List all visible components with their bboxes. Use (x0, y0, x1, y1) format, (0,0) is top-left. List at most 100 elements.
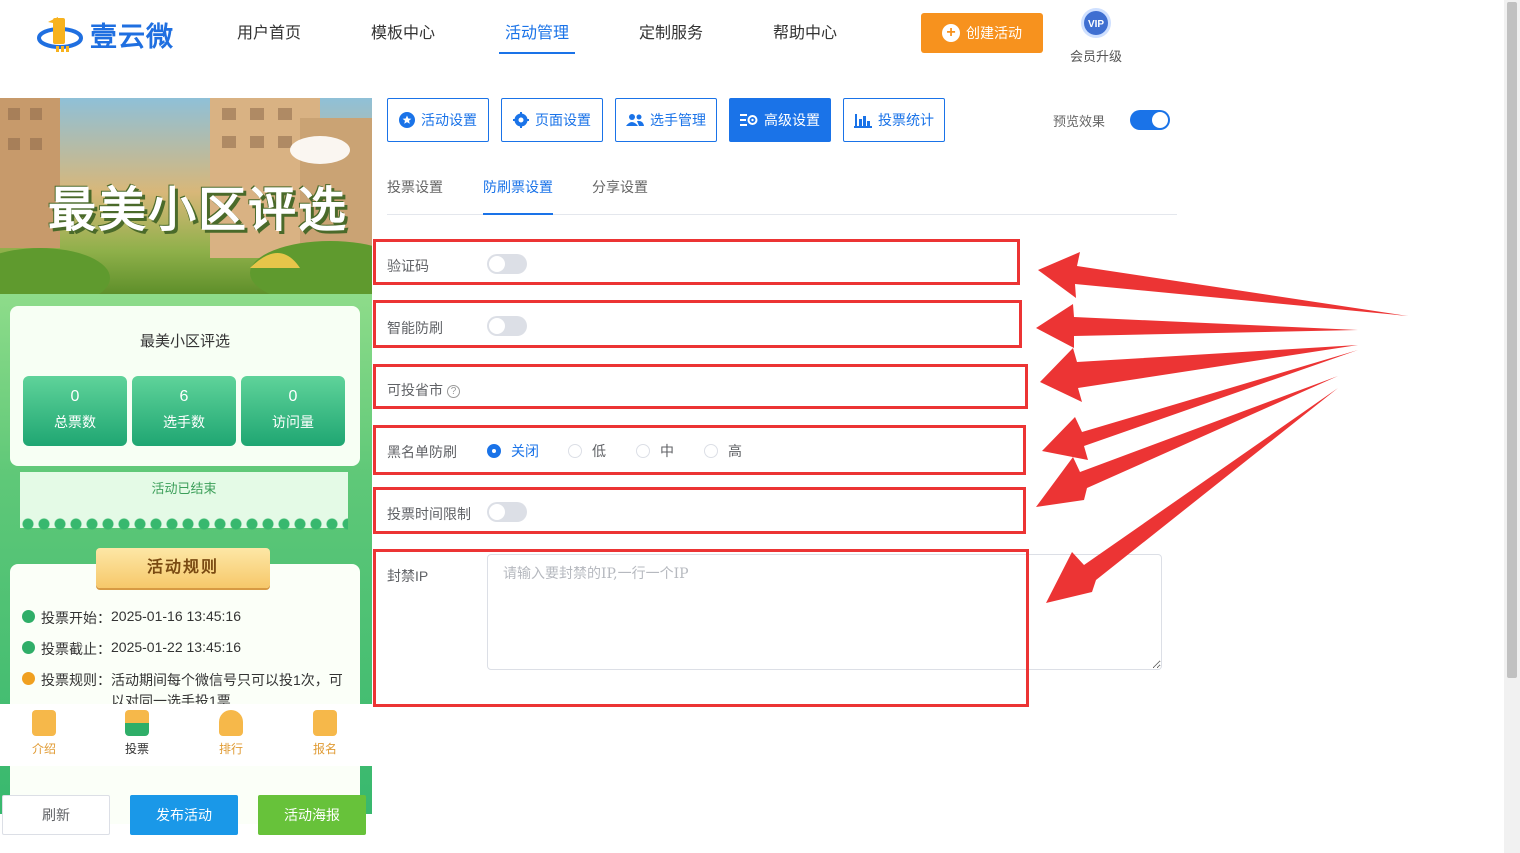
rule-start-label: 投票开始： (41, 610, 111, 626)
publish-activity-button[interactable]: 发布活动 (130, 795, 238, 835)
page-scrollbar[interactable] (1504, 0, 1520, 853)
gear-icon (513, 112, 529, 128)
vote-statistics-button[interactable]: 投票统计 (843, 98, 945, 142)
radio-dot (636, 444, 650, 458)
annotation-box-blacklist (373, 425, 1026, 475)
tabbar-item-vote[interactable]: 投票 (107, 710, 167, 757)
banner-title: 最美小区评选 (48, 184, 349, 237)
brand-logo[interactable]: 壹云微 (36, 12, 186, 56)
vote-icon (125, 710, 149, 736)
refresh-button[interactable]: 刷新 (2, 795, 110, 835)
tabbar-item-signup[interactable]: 报名 (295, 710, 355, 757)
captcha-label: 验证码 (387, 258, 429, 274)
annotation-arrow-1 (1038, 252, 1408, 316)
tabbar-item-ranking[interactable]: 排行 (201, 710, 261, 757)
radio-label: 低 (592, 443, 606, 459)
annotation-arrow-5 (1036, 376, 1338, 507)
contestant-management-label: 选手管理 (650, 112, 706, 128)
logo-mark-icon (37, 17, 83, 52)
annotation-arrow-4 (1042, 350, 1358, 460)
vote-time-limit-label: 投票时间限制 (387, 506, 471, 522)
info-icon (22, 672, 35, 685)
advanced-settings-button[interactable]: 高级设置 (729, 98, 831, 142)
activity-info-card: 最美小区评选 0 总票数 6 选手数 0 访问量 (10, 306, 360, 466)
rule-start-value: 2025-01-16 13:45:16 (111, 608, 241, 624)
create-activity-button[interactable]: + 创建活动 (921, 13, 1043, 53)
annotation-box-region (373, 364, 1028, 409)
tabbar-label: 投票 (124, 742, 149, 756)
tab-share-settings[interactable]: 分享设置 (592, 177, 648, 215)
activity-settings-label: 活动设置 (421, 112, 477, 128)
rule-end: 投票截止： 2025-01-22 13:45:16 (22, 639, 241, 659)
nav-item-activity-management[interactable]: 活动管理 (499, 22, 576, 54)
radio-dot (568, 444, 582, 458)
brand-name: 壹云微 (90, 21, 174, 52)
tabbar-label: 排行 (218, 742, 243, 756)
switch-knob (489, 318, 505, 334)
tabbar-label: 报名 (312, 742, 337, 756)
vip-label: 会员升级 (1069, 49, 1122, 64)
contestant-management-button[interactable]: 选手管理 (615, 98, 717, 142)
rule-end-value: 2025-01-22 13:45:16 (111, 639, 241, 655)
rules-title: 活动规则 (96, 548, 270, 588)
tab-anti-fraud-settings[interactable]: 防刷票设置 (483, 177, 553, 215)
activity-title: 最美小区评选 (139, 333, 230, 350)
clock-icon (22, 610, 35, 623)
radio-label: 高 (728, 443, 742, 459)
switch-knob (1152, 112, 1168, 128)
stat-total-votes: 0 总票数 (23, 376, 127, 446)
preview-effect-label: 预览效果 (1053, 114, 1106, 129)
vip-upgrade[interactable]: VIP 会员升级 (1064, 7, 1128, 65)
nav-item-custom-service[interactable]: 定制服务 (639, 22, 703, 54)
trophy-icon (219, 710, 243, 736)
smart-anti-fraud-label: 智能防刷 (387, 320, 443, 336)
stat-value: 0 (70, 388, 80, 405)
allowed-region-text: 可投省市 (387, 382, 443, 398)
blacklist-label: 黑名单防刷 (387, 444, 457, 460)
page-settings-button[interactable]: 页面设置 (501, 98, 603, 142)
top-navigation: 壹云微 用户首页 模板中心 活动管理 定制服务 帮助中心 + 创建活动 VIP … (0, 0, 1504, 70)
blacklist-option-low[interactable]: 低 (568, 441, 606, 461)
advanced-settings-label: 高级设置 (764, 112, 820, 128)
activity-settings-button[interactable]: 活动设置 (387, 98, 489, 142)
blacklist-option-medium[interactable]: 中 (636, 441, 674, 461)
allowed-region-label: 可投省市? (387, 380, 460, 400)
help-icon[interactable]: ? (447, 385, 460, 398)
tab-vote-settings[interactable]: 投票设置 (387, 177, 443, 215)
preview-effect-switch[interactable] (1130, 110, 1170, 130)
ticket-edge-decoration (20, 518, 348, 532)
tabbar-item-intro[interactable]: 介绍 (14, 710, 74, 757)
vip-badge-text: VIP (1088, 19, 1104, 30)
captcha-switch[interactable] (487, 254, 527, 274)
nav-item-help-center[interactable]: 帮助中心 (773, 22, 837, 54)
stat-label: 总票数 (54, 414, 96, 430)
stat-contestants: 6 选手数 (132, 376, 236, 446)
nav-item-templates[interactable]: 模板中心 (371, 22, 435, 54)
page-settings-label: 页面设置 (535, 112, 591, 128)
stat-value: 0 (288, 388, 298, 405)
annotation-box-captcha (373, 239, 1020, 285)
ip-ban-textarea[interactable] (487, 554, 1162, 670)
vote-time-limit-switch[interactable] (487, 502, 527, 522)
blacklist-option-off[interactable]: 关闭 (487, 441, 539, 461)
preview-tabbar: 介绍 投票 排行 报名 (0, 704, 372, 766)
advanced-settings-icon (740, 114, 758, 126)
smart-anti-fraud-switch[interactable] (487, 316, 527, 336)
users-icon (626, 114, 644, 126)
radio-dot (704, 444, 718, 458)
switch-knob (489, 256, 505, 272)
stat-value: 6 (179, 388, 189, 405)
radio-dot (487, 444, 501, 458)
plus-icon: + (942, 24, 960, 42)
intro-icon (32, 710, 56, 736)
signup-icon (313, 710, 337, 736)
blacklist-option-high[interactable]: 高 (704, 441, 742, 461)
activity-poster-button[interactable]: 活动海报 (258, 795, 366, 835)
scrollbar-thumb[interactable] (1507, 2, 1517, 678)
settings-subtabs: 投票设置 防刷票设置 分享设置 (387, 170, 1177, 215)
star-icon (399, 112, 415, 128)
rule-start: 投票开始： 2025-01-16 13:45:16 (22, 608, 241, 628)
rule-end-label: 投票截止： (41, 641, 111, 657)
clock-icon (22, 641, 35, 654)
nav-item-home[interactable]: 用户首页 (237, 22, 301, 54)
